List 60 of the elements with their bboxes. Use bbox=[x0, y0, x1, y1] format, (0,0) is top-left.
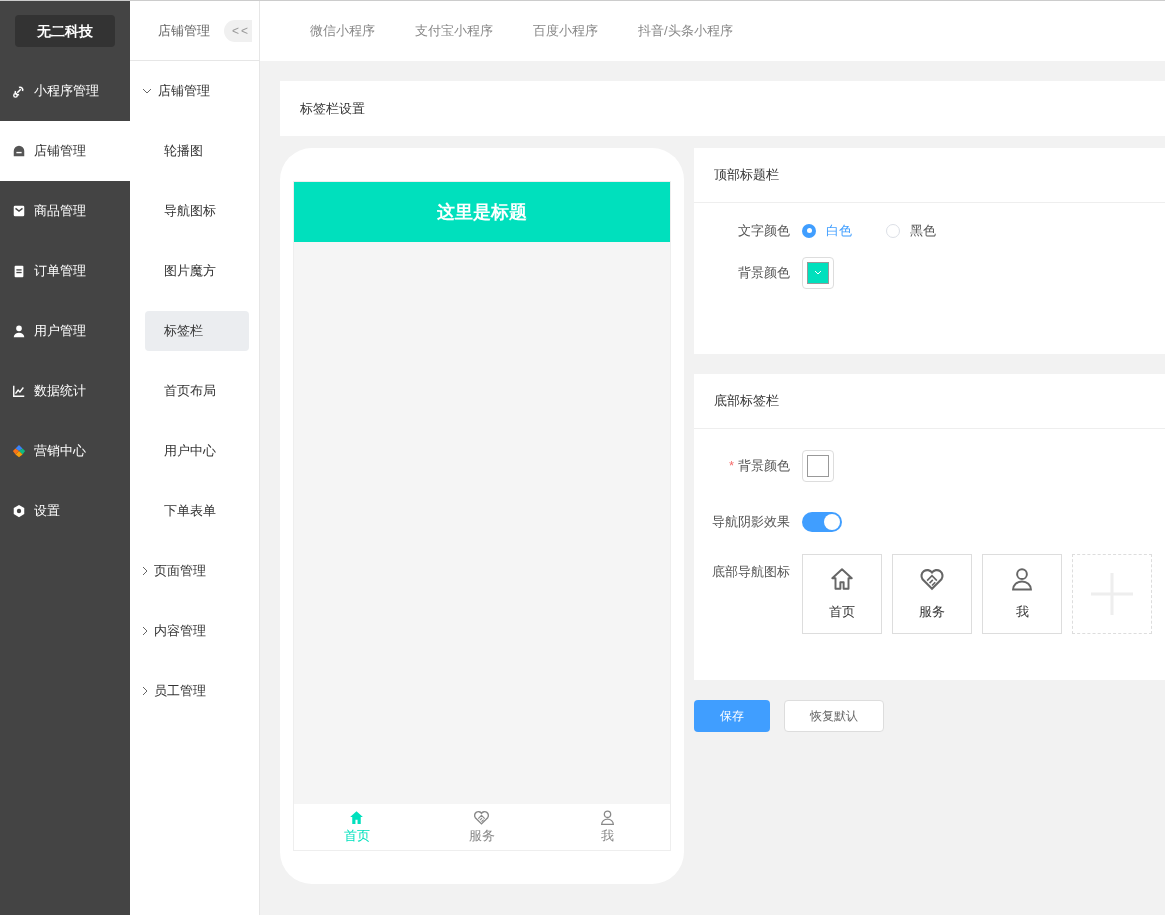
user-icon bbox=[598, 808, 616, 826]
menu-item[interactable]: 店铺管理 bbox=[0, 121, 130, 181]
platform-tab[interactable]: 百度小程序 bbox=[533, 21, 598, 41]
clipboard-icon bbox=[12, 264, 26, 278]
field-label: 导航阴影效果 bbox=[711, 513, 791, 532]
submenu-item[interactable]: 首页布局 bbox=[145, 371, 249, 411]
radio-option[interactable]: 黑色 bbox=[886, 221, 936, 241]
handshake-icon bbox=[919, 566, 945, 593]
nav-icon-tile[interactable]: 服务 bbox=[892, 554, 972, 634]
envelope-icon bbox=[12, 204, 26, 218]
reset-button[interactable]: 恢复默认 bbox=[784, 700, 884, 732]
menu-group[interactable]: 店铺管理 bbox=[130, 61, 259, 121]
preview-title: 这里是标题 bbox=[437, 200, 527, 224]
chevron-right-icon bbox=[142, 626, 148, 636]
brand-logo: 无二科技 bbox=[15, 15, 115, 47]
chevron-down-icon bbox=[142, 88, 152, 94]
chart-icon bbox=[12, 384, 26, 398]
submenu-item[interactable]: 导航图标 bbox=[145, 191, 249, 231]
platform-tab[interactable]: 微信小程序 bbox=[310, 21, 375, 41]
toggle-switch[interactable] bbox=[802, 512, 842, 532]
user-icon bbox=[12, 324, 26, 338]
handshake-icon bbox=[473, 808, 491, 826]
menu-item[interactable]: 数据统计 bbox=[0, 361, 130, 421]
chevron-down-icon bbox=[814, 269, 822, 276]
card-heading: 底部标签栏 bbox=[714, 392, 779, 411]
store-icon bbox=[12, 144, 26, 158]
submenu-item[interactable]: 标签栏 bbox=[145, 311, 249, 351]
platform-tab[interactable]: 抖音/头条小程序 bbox=[638, 21, 733, 41]
chevron-right-icon bbox=[142, 566, 148, 576]
nav-icon-tile[interactable]: 我 bbox=[982, 554, 1062, 634]
menu-item[interactable]: 营销中心 bbox=[0, 421, 130, 481]
field-label: 背景颜色 bbox=[738, 457, 790, 476]
menu-item[interactable]: 商品管理 bbox=[0, 181, 130, 241]
nav-icon-tile[interactable]: 首页 bbox=[802, 554, 882, 634]
marketing-icon bbox=[12, 444, 26, 458]
menu-item[interactable]: 用户管理 bbox=[0, 301, 130, 361]
menu-item[interactable]: 订单管理 bbox=[0, 241, 130, 301]
page-title: 标签栏设置 bbox=[300, 99, 365, 118]
submenu-item[interactable]: 用户中心 bbox=[145, 431, 249, 471]
menu-group[interactable]: 页面管理 bbox=[130, 541, 259, 601]
user-icon bbox=[1009, 566, 1035, 593]
menu-item[interactable]: 设置 bbox=[0, 481, 130, 541]
submenu-item[interactable]: 轮播图 bbox=[145, 131, 249, 171]
submenu-item[interactable]: 下单表单 bbox=[145, 491, 249, 531]
section-title: 店铺管理 bbox=[158, 21, 210, 40]
settings-icon bbox=[12, 504, 26, 518]
home-icon bbox=[829, 566, 855, 593]
submenu-item[interactable]: 图片魔方 bbox=[145, 251, 249, 291]
required-mark: * bbox=[728, 457, 734, 476]
menu-group[interactable]: 内容管理 bbox=[130, 601, 259, 661]
field-label: 背景颜色 bbox=[737, 263, 791, 282]
chevron-right-icon bbox=[142, 686, 148, 696]
field-label: 底部导航图标 bbox=[711, 563, 791, 581]
preview-tab[interactable]: 服务 bbox=[419, 804, 545, 850]
field-label: 文字颜色 bbox=[737, 222, 791, 240]
platform-tab[interactable]: 支付宝小程序 bbox=[415, 21, 493, 41]
menu-group[interactable]: 员工管理 bbox=[130, 661, 259, 721]
card-heading: 顶部标题栏 bbox=[714, 166, 779, 185]
menu-item[interactable]: 小程序管理 bbox=[0, 61, 130, 121]
preview-tab[interactable]: 我 bbox=[544, 804, 670, 850]
